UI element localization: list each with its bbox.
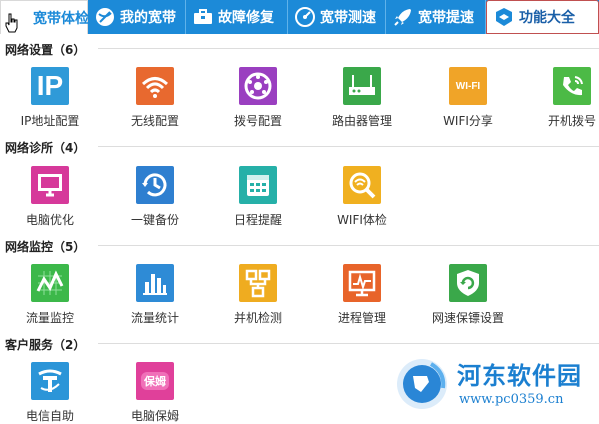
tab-fault-repair[interactable]: 故障修复 (186, 0, 288, 34)
tab-all-features[interactable]: 功能大全 (486, 0, 599, 34)
feature-label: 开机拨号 (547, 114, 596, 128)
tab-label: 宽带体检 (33, 10, 89, 27)
section-divider (98, 245, 599, 246)
feature-traffic-monitor[interactable]: 流量监控 (10, 264, 90, 326)
feature-telecom-self-service[interactable]: 电信自助 (10, 362, 90, 424)
tab-broadband-check[interactable]: 宽带体检 (0, 0, 89, 34)
feature-label: 网速保镖设置 (431, 311, 504, 325)
toolbox-icon (194, 9, 212, 24)
feature-label: WIFI分享 (443, 114, 493, 128)
hand-cursor-icon (5, 13, 18, 33)
feature-label: 一键备份 (130, 213, 179, 227)
tab-label: 功能大全 (519, 10, 575, 26)
watermark-logo-icon (397, 359, 447, 409)
feature-wifi-check[interactable]: WIFI体检 (322, 166, 402, 228)
tab-label: 宽带提速 (418, 10, 474, 26)
top-tab-bar: 宽带体检 我的宽带 故障修复 宽带测速 宽带提速 功能大全 (0, 0, 599, 34)
feature-label: 流量监控 (25, 311, 74, 325)
section-title-network-monitor: 网络监控（5） (5, 240, 86, 254)
router-icon (343, 67, 381, 105)
section-title-customer-service: 客户服务（2） (5, 338, 86, 352)
feature-wifi-share[interactable]: WI-FI WIFI分享 (428, 67, 508, 129)
feature-shared-detect[interactable]: 并机检测 (218, 264, 298, 326)
wifi-icon (136, 67, 174, 105)
feature-boot-dial[interactable]: 开机拨号 (532, 67, 599, 129)
wifi-share-icon: WI-FI (449, 67, 487, 105)
telecom-logo-icon (31, 362, 69, 400)
feature-ip-config[interactable]: IP IP地址配置 (10, 67, 90, 129)
rotary-phone-icon (239, 67, 277, 105)
speedometer-icon (295, 7, 315, 27)
tab-label: 我的宽带 (120, 10, 176, 26)
bar-chart-icon (136, 264, 174, 302)
tab-speed-up[interactable]: 宽带提速 (386, 0, 486, 34)
section-divider (98, 48, 599, 49)
monitor-icon (31, 166, 69, 204)
watermark: 河东软件园 www.pc0359.cn (393, 352, 599, 424)
rocket-icon (394, 9, 411, 26)
feature-label: 电脑保姆 (130, 409, 179, 423)
globe-icon (96, 8, 114, 26)
section-title-network-diagnosis: 网络诊所（4） (5, 141, 86, 155)
watermark-site-name: 河东软件园 (457, 361, 582, 390)
feature-label: 并机检测 (233, 311, 282, 325)
tab-label: 宽带测速 (320, 10, 376, 26)
watermark-url: www.pc0359.cn (459, 392, 564, 407)
feature-schedule-reminder[interactable]: 日程提醒 (218, 166, 298, 228)
feature-process-manage[interactable]: 进程管理 (322, 264, 402, 326)
feature-label: 路由器管理 (331, 114, 392, 128)
grid-cube-icon (496, 8, 512, 26)
feature-router-manage[interactable]: 路由器管理 (322, 67, 402, 129)
ip-icon: IP (31, 67, 69, 105)
tab-my-broadband[interactable]: 我的宽带 (88, 0, 186, 34)
calendar-icon (239, 166, 277, 204)
tab-speed-test[interactable]: 宽带测速 (288, 0, 386, 34)
feature-label: 拨号配置 (233, 114, 282, 128)
feature-label: 日程提醒 (233, 213, 282, 227)
feature-pc-nanny[interactable]: 保姆 电脑保姆 (115, 362, 195, 424)
feature-label: 电信自助 (25, 409, 74, 423)
feature-label: 进程管理 (337, 311, 386, 325)
traffic-graph-icon (31, 264, 69, 302)
feature-wireless-config[interactable]: 无线配置 (115, 67, 195, 129)
feature-label: 电脑优化 (25, 213, 74, 227)
feature-label: WIFI体检 (337, 213, 387, 227)
backup-clock-icon (136, 166, 174, 204)
section-divider (98, 343, 599, 344)
wifi-search-icon (343, 166, 381, 204)
section-divider (98, 146, 599, 147)
feature-speed-guard-settings[interactable]: 网速保镖设置 (428, 264, 508, 326)
network-nodes-icon (239, 264, 277, 302)
feature-label: IP地址配置 (20, 114, 80, 128)
feature-label: 流量统计 (130, 311, 179, 325)
feature-one-key-backup[interactable]: 一键备份 (115, 166, 195, 228)
feature-label: 无线配置 (130, 114, 179, 128)
feature-dialup-config[interactable]: 拨号配置 (218, 67, 298, 129)
shield-refresh-icon (449, 264, 487, 302)
nanny-icon: 保姆 (136, 362, 174, 400)
tab-label: 故障修复 (218, 10, 274, 26)
process-monitor-icon (343, 264, 381, 302)
feature-traffic-stats[interactable]: 流量统计 (115, 264, 195, 326)
section-title-network-settings: 网络设置（6） (5, 43, 86, 57)
phone-icon (553, 67, 591, 105)
feature-pc-optimize[interactable]: 电脑优化 (10, 166, 90, 228)
